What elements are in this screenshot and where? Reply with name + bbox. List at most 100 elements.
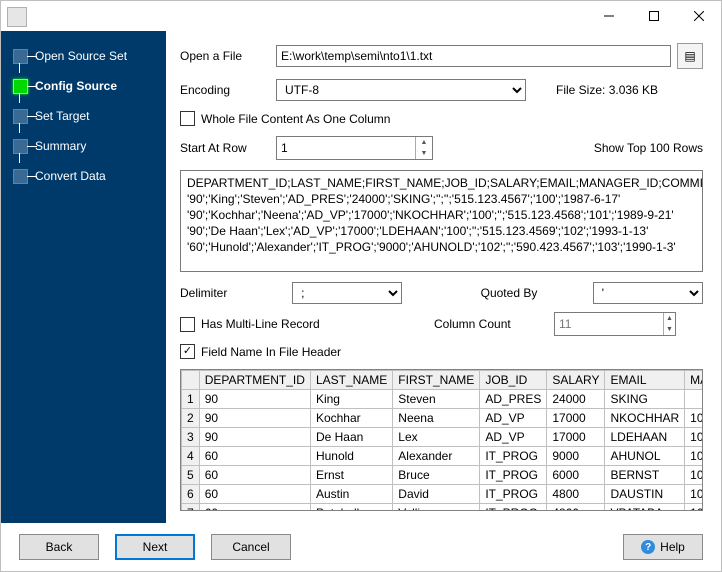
cell[interactable]: IT_PROG [480, 504, 547, 512]
column-header[interactable]: EMAIL [605, 371, 685, 390]
cell[interactable]: BERNST [605, 466, 685, 485]
wizard-step-2[interactable]: Set Target [1, 101, 166, 131]
cell[interactable]: AHUNOL [605, 447, 685, 466]
cell[interactable]: 6000 [547, 466, 605, 485]
cell[interactable]: 60 [199, 485, 310, 504]
preview-line: '60';'Hunold';'Alexander';'IT_PROG';'900… [187, 239, 696, 255]
cell[interactable]: DAUSTIN [605, 485, 685, 504]
column-header[interactable]: MANAGER_ID [685, 371, 703, 390]
column-count-spinner[interactable]: ▲▼ [554, 312, 676, 336]
cell[interactable]: 17000 [547, 428, 605, 447]
table-row[interactable]: 460HunoldAlexanderIT_PROG9000AHUNOL102 [182, 447, 704, 466]
cell[interactable]: VPATABA [605, 504, 685, 512]
column-header[interactable]: SALARY [547, 371, 605, 390]
cell[interactable]: King [310, 390, 392, 409]
next-button[interactable]: Next [115, 534, 195, 560]
cell[interactable]: IT_PROG [480, 466, 547, 485]
cell[interactable]: De Haan [310, 428, 392, 447]
cell[interactable]: IT_PROG [480, 447, 547, 466]
cell[interactable]: Pataballa [310, 504, 392, 512]
maximize-button[interactable] [631, 1, 676, 31]
spin-up-icon[interactable]: ▲ [416, 137, 432, 148]
cell[interactable]: 60 [199, 504, 310, 512]
quoted-by-select[interactable]: ' [593, 282, 703, 304]
table-row[interactable]: 760PataballaValliIT_PROG4800VPATABA103 [182, 504, 704, 512]
column-count-label: Column Count [434, 317, 524, 331]
column-header[interactable]: DEPARTMENT_ID [199, 371, 310, 390]
cell[interactable]: David [393, 485, 480, 504]
minimize-button[interactable] [586, 1, 631, 31]
cell[interactable]: 24000 [547, 390, 605, 409]
cell[interactable]: 100 [685, 409, 703, 428]
cell[interactable]: AD_PRES [480, 390, 547, 409]
cell[interactable]: Ernst [310, 466, 392, 485]
table-row[interactable]: 390De HaanLexAD_VP17000LDEHAAN100 [182, 428, 704, 447]
cell[interactable]: 103 [685, 504, 703, 512]
file-preview[interactable]: DEPARTMENT_ID;LAST_NAME;FIRST_NAME;JOB_I… [180, 170, 703, 272]
cell[interactable]: 17000 [547, 409, 605, 428]
cell[interactable]: 90 [199, 409, 310, 428]
cell[interactable]: 103 [685, 485, 703, 504]
column-count-input[interactable] [555, 313, 663, 335]
spin-down-icon[interactable]: ▼ [664, 324, 675, 335]
start-row-spinner[interactable]: ▲▼ [276, 136, 433, 160]
encoding-select[interactable]: UTF-8 [276, 79, 526, 101]
cell[interactable]: 4800 [547, 485, 605, 504]
close-button[interactable] [676, 1, 721, 31]
cell[interactable] [685, 390, 703, 409]
cell[interactable]: 90 [199, 428, 310, 447]
wizard-step-4[interactable]: Convert Data [1, 161, 166, 191]
field-header-checkbox[interactable]: Field Name In File Header [180, 344, 341, 359]
spin-up-icon[interactable]: ▲ [664, 313, 675, 324]
encoding-label: Encoding [180, 83, 276, 97]
column-header[interactable]: FIRST_NAME [393, 371, 480, 390]
column-header[interactable]: JOB_ID [480, 371, 547, 390]
wizard-step-1[interactable]: Config Source [1, 71, 166, 101]
cell[interactable]: Lex [393, 428, 480, 447]
cell[interactable]: 90 [199, 390, 310, 409]
cell[interactable]: Valli [393, 504, 480, 512]
back-button[interactable]: Back [19, 534, 99, 560]
cell[interactable]: IT_PROG [480, 485, 547, 504]
cell[interactable]: AD_VP [480, 428, 547, 447]
spin-down-icon[interactable]: ▼ [416, 148, 432, 159]
cell[interactable]: Bruce [393, 466, 480, 485]
delimiter-select[interactable]: ; [292, 282, 402, 304]
cell[interactable]: 60 [199, 466, 310, 485]
cell[interactable]: 102 [685, 447, 703, 466]
cell[interactable]: AD_VP [480, 409, 547, 428]
browse-button[interactable]: ▤ [677, 43, 703, 69]
cell[interactable]: 4800 [547, 504, 605, 512]
step-box-icon [13, 49, 28, 64]
whole-file-checkbox[interactable]: Whole File Content As One Column [180, 111, 390, 126]
wizard-step-0[interactable]: Open Source Set [1, 41, 166, 71]
multiline-checkbox[interactable]: Has Multi-Line Record [180, 317, 404, 332]
cell[interactable]: Neena [393, 409, 480, 428]
cell[interactable]: 100 [685, 428, 703, 447]
table-row[interactable]: 660AustinDavidIT_PROG4800DAUSTIN103 [182, 485, 704, 504]
start-row-input[interactable] [277, 137, 415, 159]
step-box-icon [13, 169, 28, 184]
file-path-input[interactable] [276, 45, 671, 67]
table-row[interactable]: 290KochharNeenaAD_VP17000NKOCHHAR100 [182, 409, 704, 428]
cell[interactable]: Alexander [393, 447, 480, 466]
cell[interactable]: Steven [393, 390, 480, 409]
help-button[interactable]: ? Help [623, 534, 703, 560]
cell[interactable]: Austin [310, 485, 392, 504]
cell[interactable]: 9000 [547, 447, 605, 466]
data-table[interactable]: DEPARTMENT_IDLAST_NAMEFIRST_NAMEJOB_IDSA… [180, 369, 703, 511]
help-icon: ? [641, 540, 655, 554]
row-number: 7 [182, 504, 200, 512]
cell[interactable]: 60 [199, 447, 310, 466]
cell[interactable]: LDEHAAN [605, 428, 685, 447]
cell[interactable]: SKING [605, 390, 685, 409]
table-row[interactable]: 560ErnstBruceIT_PROG6000BERNST103 [182, 466, 704, 485]
cell[interactable]: 103 [685, 466, 703, 485]
wizard-step-3[interactable]: Summary [1, 131, 166, 161]
cancel-button[interactable]: Cancel [211, 534, 291, 560]
table-row[interactable]: 190KingStevenAD_PRES24000SKING [182, 390, 704, 409]
cell[interactable]: Kochhar [310, 409, 392, 428]
column-header[interactable]: LAST_NAME [310, 371, 392, 390]
cell[interactable]: Hunold [310, 447, 392, 466]
cell[interactable]: NKOCHHAR [605, 409, 685, 428]
